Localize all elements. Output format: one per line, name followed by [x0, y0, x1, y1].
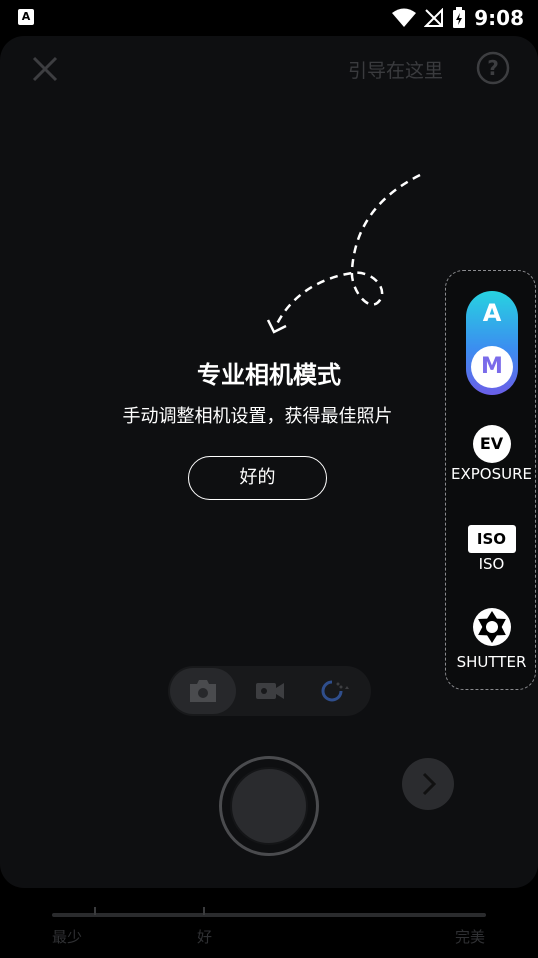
dashed-arrow-icon: [266, 173, 421, 334]
app-notification-icon: A: [18, 9, 34, 25]
shutter-label: SHUTTER: [456, 653, 527, 671]
exposure-label: EXPOSURE: [450, 465, 532, 483]
status-bar: A 9:08: [0, 0, 538, 36]
no-signal-icon: [424, 8, 444, 27]
chevron-right-icon: [422, 772, 437, 796]
aperture-icon: [472, 608, 511, 646]
help-icon[interactable]: ?: [476, 51, 510, 85]
iso-label: ISO: [478, 555, 505, 573]
shutter-button-inner: [230, 767, 308, 845]
status-icons: 9:08: [392, 6, 524, 30]
iso-control[interactable]: ISO ISO: [446, 525, 537, 573]
quality-tick: [94, 907, 96, 915]
quality-label-min: 最少: [52, 928, 83, 946]
timer-icon[interactable]: [318, 678, 350, 704]
ok-button[interactable]: 好的: [188, 456, 327, 500]
battery-charging-icon: [453, 7, 466, 28]
ev-icon: EV: [472, 425, 511, 463]
clock: 9:08: [474, 6, 524, 30]
guide-link[interactable]: 引导在这里: [348, 56, 443, 83]
exposure-control[interactable]: EV EXPOSURE: [446, 425, 537, 483]
mode-auto-label[interactable]: A: [466, 299, 518, 327]
photo-icon[interactable]: [187, 678, 219, 704]
capture-mode-bar: [168, 666, 371, 716]
camera-viewfinder: 引导在这里 ? 专业相机模式 手动调整相机设置，获得最佳照片 好的 A M EV…: [0, 36, 538, 888]
guide-subtitle: 手动调整相机设置，获得最佳照片: [122, 406, 393, 427]
shutter-button[interactable]: [219, 756, 319, 856]
quality-tick: [203, 907, 205, 915]
quality-label-max: 完美: [455, 928, 486, 946]
auto-manual-toggle[interactable]: A M: [466, 291, 518, 395]
wifi-icon: [392, 8, 417, 27]
quality-slider-track[interactable]: [52, 913, 486, 917]
mode-manual-label[interactable]: M: [471, 346, 513, 388]
shutter-control[interactable]: SHUTTER: [446, 607, 537, 671]
iso-icon: ISO: [467, 525, 516, 553]
pro-controls-panel: A M EV EXPOSURE ISO ISO SHUTTER: [445, 270, 536, 690]
video-icon[interactable]: [254, 678, 286, 704]
close-icon[interactable]: [30, 54, 60, 84]
quality-label-good: 好: [197, 928, 213, 946]
next-button[interactable]: [402, 758, 454, 810]
svg-text:?: ?: [487, 56, 499, 80]
